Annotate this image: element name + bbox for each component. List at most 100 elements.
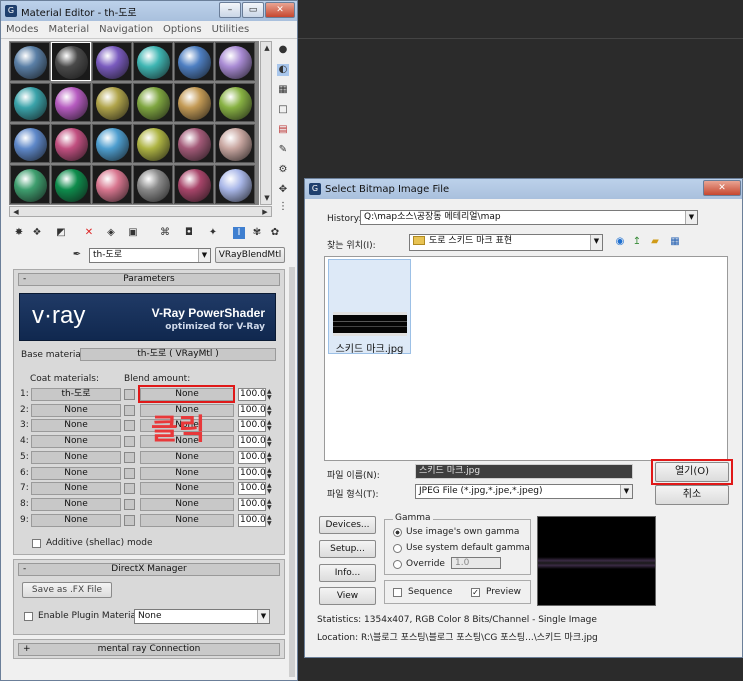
gamma-override-radio[interactable] [393, 560, 402, 569]
amount-spinner[interactable]: 100.0 [238, 513, 266, 527]
go-sibling-icon[interactable]: ✾ [251, 227, 263, 239]
menu-navigation[interactable]: Navigation [94, 24, 158, 35]
dialog-close-button[interactable]: ✕ [703, 180, 741, 196]
additive-checkbox[interactable] [32, 539, 41, 548]
spinner-arrows-icon[interactable]: ▲ ▼ [267, 483, 274, 496]
options-icon[interactable]: ⚙ [277, 164, 289, 176]
spinner-arrows-icon[interactable]: ▲ ▼ [267, 436, 274, 449]
up-folder-icon[interactable]: ↥ [631, 236, 643, 248]
sample-slot[interactable] [174, 83, 214, 122]
backlight-icon[interactable]: ◐ [277, 64, 289, 76]
menu-utilities[interactable]: Utilities [207, 24, 255, 35]
base-material-button[interactable]: th-도로 ( VRayMtl ) [80, 348, 276, 361]
coat-color-swatch[interactable] [124, 436, 135, 448]
editor-scrollbar[interactable] [289, 267, 295, 677]
amount-spinner[interactable]: 100.0 [238, 435, 266, 449]
preview-checkbox[interactable]: ✓ [471, 588, 480, 597]
spinner-arrows-icon[interactable]: ▲ ▼ [267, 420, 274, 433]
plugin-material-select[interactable]: None ▼ [134, 609, 270, 624]
video-color-check-icon[interactable]: ▤ [277, 124, 289, 136]
sample-slot[interactable] [10, 165, 50, 204]
view-button[interactable]: View [319, 587, 376, 605]
pick-material-icon[interactable]: ✒ [71, 249, 83, 261]
show-map-icon[interactable]: ◘ [183, 227, 195, 239]
menu-options[interactable]: Options [158, 24, 207, 35]
devices-button[interactable]: Devices... [319, 516, 376, 534]
sample-slot[interactable] [10, 42, 50, 81]
menu-material[interactable]: Material [43, 24, 94, 35]
gamma-system-radio[interactable] [393, 544, 402, 553]
close-button[interactable]: ✕ [265, 2, 295, 18]
amount-spinner[interactable]: 100.0 [238, 466, 266, 480]
go-parent-icon[interactable]: I [233, 227, 245, 239]
amount-spinner[interactable]: 100.0 [238, 419, 266, 433]
spinner-arrows-icon[interactable]: ▲ ▼ [267, 451, 274, 465]
gamma-own-radio[interactable] [393, 528, 402, 537]
coat-material-button[interactable]: None [31, 403, 121, 417]
sample-slot[interactable] [133, 42, 173, 81]
scroll-left-icon[interactable]: ◀ [10, 206, 22, 218]
show-end-result-icon[interactable]: ✦ [207, 227, 219, 239]
back-icon[interactable]: ◉ [614, 236, 626, 248]
slots-scrollbar[interactable]: ▲ ▼ [260, 41, 272, 205]
put-library-icon[interactable]: ▣ [127, 227, 139, 239]
select-by-material-icon[interactable]: ✥ [277, 184, 289, 196]
slots-hscroll[interactable]: ◀ ▶ [9, 206, 272, 217]
maximize-button[interactable]: ▭ [242, 2, 264, 18]
sample-slot[interactable] [174, 165, 214, 204]
sample-slot[interactable] [133, 165, 173, 204]
filetype-select[interactable]: JPEG File (*.jpg,*.jpe,*.jpeg) ▼ [415, 484, 633, 499]
sample-slot[interactable] [133, 124, 173, 163]
scroll-right-icon[interactable]: ▶ [259, 206, 271, 218]
spinner-arrows-icon[interactable]: ▲ ▼ [267, 389, 274, 402]
sequence-checkbox[interactable] [393, 588, 402, 597]
sample-slot[interactable] [51, 83, 91, 122]
history-select[interactable]: Q:\map소스\공장동 메테리얼\map ▼ [360, 210, 698, 225]
coat-material-button[interactable]: None [31, 466, 121, 480]
coat-material-button[interactable]: None [31, 513, 121, 527]
chevron-down-icon[interactable]: ▼ [257, 610, 269, 623]
cancel-button[interactable]: 취소 [655, 485, 729, 505]
make-preview-icon[interactable]: ✎ [277, 144, 289, 156]
material-name-field[interactable]: th-도로 ▼ [89, 248, 211, 263]
sample-slot[interactable] [215, 165, 255, 204]
put-to-scene-icon[interactable]: ❖ [31, 227, 43, 239]
coat-color-swatch[interactable] [124, 404, 135, 416]
sample-slot[interactable] [92, 165, 132, 204]
sample-slot[interactable] [174, 42, 214, 81]
spinner-arrows-icon[interactable]: ▲ ▼ [267, 404, 274, 418]
lookin-select[interactable]: 도로 스키드 마크 표현 ▼ [409, 234, 603, 251]
blend-amount-button[interactable]: None [140, 513, 234, 527]
info-button[interactable]: Info... [319, 564, 376, 582]
sample-slot[interactable] [92, 42, 132, 81]
get-material-icon[interactable]: ✸ [13, 227, 25, 239]
blend-amount-button[interactable]: None [140, 450, 234, 464]
sample-slot[interactable] [133, 83, 173, 122]
coat-color-swatch[interactable] [124, 389, 135, 400]
material-navigator-icon[interactable]: ⋮ [277, 201, 289, 213]
assign-material-icon[interactable]: ◩ [55, 227, 67, 239]
make-unique-icon[interactable]: ◈ [105, 227, 117, 239]
gamma-override-field[interactable]: 1.0 [451, 557, 501, 569]
go-forward-icon[interactable]: ✿ [269, 227, 281, 239]
save-fx-button[interactable]: Save as .FX File [22, 582, 112, 598]
material-editor-titlebar[interactable]: G Material Editor - th-도로 – ▭ ✕ [1, 1, 297, 21]
chevron-down-icon[interactable]: ▼ [620, 485, 632, 498]
coat-color-swatch[interactable] [124, 514, 135, 526]
coat-material-button[interactable]: None [31, 482, 121, 496]
parameters-rollout-header[interactable]: - Parameters [18, 273, 280, 286]
sample-slot[interactable] [215, 42, 255, 81]
chevron-down-icon[interactable]: ▼ [198, 249, 210, 262]
amount-spinner[interactable]: 100.0 [238, 403, 266, 417]
bitmap-dialog-titlebar[interactable]: G Select Bitmap Image File ✕ [305, 179, 742, 199]
spinner-arrows-icon[interactable]: ▲ ▼ [267, 467, 274, 481]
scroll-down-icon[interactable]: ▼ [261, 192, 273, 204]
blend-amount-button[interactable]: None [140, 497, 234, 511]
sample-slot[interactable] [10, 124, 50, 163]
delete-icon[interactable]: ✕ [83, 227, 95, 239]
amount-spinner[interactable]: 100.0 [238, 482, 266, 496]
coat-color-swatch[interactable] [124, 451, 135, 463]
coat-material-button[interactable]: None [31, 419, 121, 433]
sample-slot[interactable] [174, 124, 214, 163]
mentalray-rollout-header[interactable]: + mental ray Connection [18, 643, 280, 656]
